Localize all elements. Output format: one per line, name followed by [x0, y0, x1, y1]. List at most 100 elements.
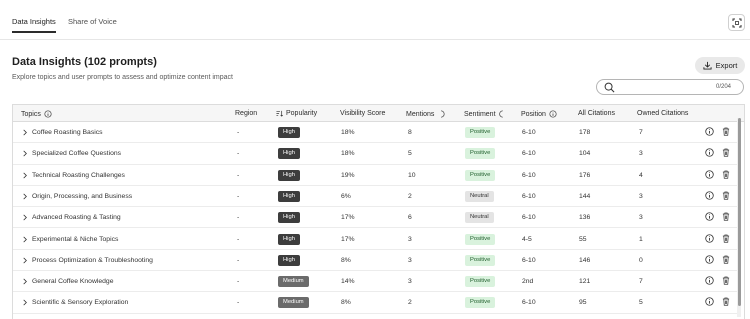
search-icon — [604, 82, 615, 93]
topic-name[interactable]: General Coffee Knowledge — [32, 278, 114, 285]
chevron-right-icon[interactable] — [22, 299, 28, 306]
col-popularity[interactable]: Popularity — [276, 110, 317, 117]
trash-icon[interactable] — [722, 297, 730, 306]
info-icon[interactable] — [705, 127, 714, 136]
region-value: - — [237, 235, 240, 243]
region-value: - — [237, 192, 240, 200]
col-sentiment-label: Sentiment — [464, 110, 496, 118]
trash-icon[interactable] — [722, 127, 730, 136]
table-row[interactable]: Process Optimization & Troubleshooting - H… — [13, 250, 737, 272]
popularity-badge: High — [278, 254, 300, 266]
info-icon[interactable] — [705, 276, 714, 285]
col-owned-citations[interactable]: Owned Citations — [637, 110, 688, 117]
visibility-value: 6% — [341, 192, 351, 200]
info-icon[interactable] — [705, 169, 714, 179]
citations-value: 146 — [579, 256, 591, 264]
chevron-right-icon[interactable] — [22, 257, 28, 264]
trash-icon[interactable] — [722, 191, 730, 200]
info-icon[interactable] — [549, 110, 557, 118]
tab-bar: Data Insights Share of Voice — [0, 0, 750, 40]
search-input[interactable]: 0/204 — [596, 79, 744, 95]
topic-name[interactable]: Experimental & Niche Topics — [32, 236, 118, 243]
chevron-right-icon[interactable] — [22, 236, 28, 243]
col-visibility[interactable]: Visibility Score — [340, 110, 385, 117]
export-button[interactable]: Export — [695, 57, 745, 74]
info-icon[interactable] — [705, 255, 714, 264]
tab-data-insights[interactable]: Data Insights — [12, 17, 56, 33]
col-sentiment[interactable]: Sentiment — [464, 110, 505, 118]
position-value: 6-10 — [522, 214, 536, 222]
info-icon[interactable] — [437, 110, 445, 118]
col-position[interactable]: Position — [521, 110, 557, 118]
table-row[interactable]: General Coffee Knowledge - Medium 14% 3 Posit… — [13, 271, 737, 293]
visibility-value: 18% — [341, 150, 355, 158]
topic-name[interactable]: Specialized Coffee Questions — [32, 150, 121, 157]
region-value: - — [237, 299, 240, 307]
topic-name[interactable]: Technical Roasting Challenges — [32, 172, 125, 179]
col-region[interactable]: Region — [235, 110, 257, 117]
info-icon[interactable] — [44, 110, 52, 118]
popularity-badge: High — [278, 148, 300, 160]
citations-value: 121 — [579, 278, 591, 286]
trash-icon[interactable] — [722, 212, 730, 221]
position-value: 4-5 — [522, 235, 532, 243]
info-icon[interactable] — [705, 233, 714, 243]
topic-name[interactable]: Advanced Roasting & Tasting — [32, 214, 121, 221]
topic-name[interactable]: Process Optimization & Troubleshooting — [32, 257, 153, 264]
sort-icon[interactable] — [276, 110, 283, 117]
mentions-value: 3 — [408, 256, 412, 264]
table-row[interactable]: Technical Roasting Challenges - High 19% 10 P… — [13, 165, 737, 186]
info-icon[interactable] — [705, 191, 714, 200]
info-icon[interactable] — [705, 148, 714, 157]
sentiment-badge: Positive — [465, 127, 496, 138]
topic-name[interactable]: Origin, Processing, and Business — [32, 193, 132, 200]
page-subtitle: Explore topics and user prompts to asses… — [12, 74, 233, 81]
sentiment-badge: Positive — [465, 233, 496, 245]
scrollbar-thumb[interactable] — [738, 118, 741, 306]
trash-icon[interactable] — [722, 170, 730, 179]
col-all-citations-label: All Citations — [578, 110, 615, 117]
table-row[interactable]: Origin, Processing, and Business - High 6% 2… — [13, 186, 737, 208]
table-row[interactable]: Experimental & Niche Topics - High 17% 3 Posi… — [13, 229, 737, 250]
visibility-value: 8% — [341, 299, 351, 307]
chevron-right-icon[interactable] — [22, 129, 28, 136]
col-mentions[interactable]: Mentions — [406, 110, 445, 118]
popularity-badge: Medium — [278, 276, 309, 288]
info-icon[interactable] — [498, 110, 505, 118]
trash-icon[interactable] — [722, 234, 730, 243]
chevron-right-icon[interactable] — [22, 214, 28, 221]
sentiment-badge: Positive — [465, 169, 496, 181]
topic-name[interactable]: Coffee Roasting Basics — [32, 129, 103, 136]
table-row[interactable]: Specialized Coffee Questions - High 18% 5 Pos… — [13, 143, 737, 165]
topic-name[interactable]: Scientific & Sensory Exploration — [32, 299, 128, 306]
col-topics[interactable]: Topics — [21, 110, 52, 118]
citations-value: 144 — [579, 192, 591, 200]
visibility-value: 18% — [341, 129, 355, 136]
fullscreen-button[interactable] — [728, 14, 745, 31]
chevron-right-icon[interactable] — [22, 193, 28, 200]
table-row[interactable]: Advanced Roasting & Tasting - High 17% 6 Neut… — [13, 207, 737, 229]
table-header: Topics Region Popularity Visibility Scor… — [13, 105, 744, 122]
visibility-value: 14% — [341, 278, 355, 286]
chevron-right-icon[interactable] — [22, 150, 28, 157]
col-all-citations[interactable]: All Citations — [578, 110, 615, 117]
table-row[interactable]: Coffee Roasting Basics - High 18% 8 Positive 6… — [13, 122, 737, 144]
table-row[interactable]: Scientific & Sensory Exploration - Medium 8… — [13, 292, 737, 314]
chevron-right-icon[interactable] — [22, 172, 28, 179]
info-icon[interactable] — [705, 212, 714, 221]
citations-value: 95 — [579, 299, 587, 307]
chevron-right-icon[interactable] — [22, 278, 28, 285]
col-region-label: Region — [235, 110, 258, 117]
sentiment-badge: Positive — [465, 276, 496, 288]
mentions-value: 5 — [408, 150, 412, 158]
trash-icon[interactable] — [722, 276, 730, 285]
region-value: - — [237, 150, 240, 158]
tab-share-of-voice[interactable]: Share of Voice — [68, 17, 117, 26]
insights-table: Topics Region Popularity Visibility Scor… — [12, 104, 745, 319]
trash-icon[interactable] — [722, 255, 730, 264]
trash-icon[interactable] — [722, 148, 730, 157]
info-icon[interactable] — [705, 297, 714, 307]
citations-value: 178 — [579, 129, 591, 136]
popularity-badge: High — [278, 190, 300, 202]
position-value: 2nd — [522, 278, 534, 286]
